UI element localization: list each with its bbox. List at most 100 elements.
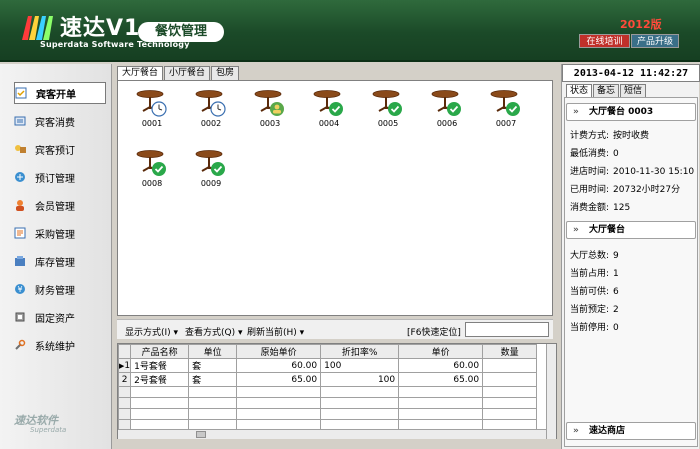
finance-icon: ¥: [15, 284, 25, 294]
cell-orig-price[interactable]: 60.00: [236, 358, 322, 373]
sidebar-item-purchase[interactable]: 采购管理: [14, 222, 106, 244]
sidebar-item-consumption[interactable]: 宾客消费: [14, 110, 106, 132]
tab-memo[interactable]: 备忘: [593, 84, 620, 97]
table-detail-header[interactable]: » 大厅餐台 0003: [566, 103, 696, 121]
table-row[interactable]: ▶1 1号套餐 套 60.00 100 60.00: [117, 358, 538, 373]
sidebar-item-booking-manage[interactable]: 预订管理: [14, 166, 106, 188]
cell-discount[interactable]: 100: [320, 372, 400, 387]
tab-small-hall[interactable]: 小厅餐台: [164, 66, 211, 80]
tab-status[interactable]: 状态: [566, 84, 593, 97]
cell-price[interactable]: 65.00: [398, 372, 484, 387]
dining-table-0002[interactable]: 0002: [191, 87, 231, 131]
sidebar-item-reservation[interactable]: 宾客预订: [14, 138, 106, 160]
refresh-menu[interactable]: 刷新当前(H) ▾: [247, 325, 304, 338]
tab-main-hall[interactable]: 大厅餐台: [117, 66, 164, 80]
datetime-display: 2013-04-12 11:42:27: [562, 64, 700, 82]
table-row[interactable]: 2 2号套餐 套 65.00 100 65.00: [117, 372, 538, 387]
brand-title: 速达V1: [60, 16, 141, 41]
sidebar-item-label: 系统维护: [35, 341, 75, 353]
table-number: 0008: [141, 179, 163, 188]
dining-table-0009[interactable]: 0009: [191, 147, 231, 191]
col-discount[interactable]: 折扣率%: [320, 344, 400, 359]
dining-table-0001[interactable]: 0001: [132, 87, 172, 131]
info-billing-mode: 计费方式: 按时收费: [570, 131, 650, 141]
cell-price[interactable]: 60.00: [398, 358, 484, 373]
info-checkin-time: 进店时间: 2010-11-30 15:10: [570, 167, 695, 177]
info-min-spend: 最低消费: 0: [570, 149, 619, 159]
grid-toolbar: 显示方式(I) ▾ 查看方式(Q) ▾ 刷新当前(H) ▾ [F6快速定位]: [117, 319, 553, 339]
table-number: 0002: [200, 119, 222, 128]
table-icon: [136, 90, 167, 117]
table-icon: [372, 90, 402, 116]
tab-private-room[interactable]: 包房: [211, 66, 240, 80]
company-watermark-sub: Superdata: [30, 426, 67, 434]
version-year: 2012版: [620, 18, 662, 31]
table-row[interactable]: [117, 408, 538, 420]
vertical-scrollbar[interactable]: [546, 344, 556, 439]
table-icon: [431, 90, 461, 116]
quick-locate-input[interactable]: [465, 322, 549, 337]
sidebar-item-open-order[interactable]: 宾客开单: [14, 82, 106, 104]
col-orig-price[interactable]: 原始单价: [236, 344, 322, 359]
module-name: 餐饮管理: [138, 22, 224, 42]
cell-qty[interactable]: [482, 358, 538, 373]
app-window: 速达V1 Superdata Software Technology 餐饮管理 …: [0, 0, 700, 449]
table-number: 0004: [318, 119, 340, 128]
table-row[interactable]: [117, 397, 538, 409]
dining-table-0005[interactable]: 0005: [368, 87, 408, 131]
cell-unit[interactable]: 套: [188, 372, 238, 387]
cell-discount[interactable]: 100: [320, 358, 400, 373]
sidebar-item-assets[interactable]: 固定资产: [14, 306, 106, 328]
col-unit[interactable]: 单位: [188, 344, 238, 359]
tab-sms[interactable]: 短信: [620, 84, 647, 97]
table-number: 0006: [436, 119, 458, 128]
table-number: 0003: [259, 119, 281, 128]
status-panel: 2013-04-12 11:42:27 状态 备忘 短信 » 大厅餐台 0003 …: [561, 64, 700, 449]
col-product-name[interactable]: 产品名称: [130, 344, 190, 359]
clock-icon: [210, 101, 226, 117]
check-icon: [388, 102, 402, 116]
hall-summary-header[interactable]: » 大厅餐台: [566, 221, 696, 239]
cell-orig-price[interactable]: 65.00: [236, 372, 322, 387]
dining-table-0003[interactable]: 0003: [250, 87, 290, 131]
reservation-icon: [15, 145, 26, 153]
sidebar-item-label: 财务管理: [35, 285, 75, 297]
table-icon: [254, 90, 284, 116]
check-icon: [152, 162, 166, 176]
col-qty[interactable]: 数量: [482, 344, 538, 359]
purchase-icon: [14, 227, 26, 239]
sidebar-item-maintenance[interactable]: 系统维护: [14, 334, 106, 356]
cell-qty[interactable]: [482, 372, 538, 387]
cell-product-name[interactable]: 1号套餐: [130, 358, 190, 373]
sidebar-item-inventory[interactable]: 库存管理: [14, 250, 106, 272]
sidebar-item-finance[interactable]: ¥ 财务管理: [14, 278, 106, 300]
info-disabled: 当前停用: 0: [570, 323, 619, 333]
check-icon: [329, 102, 343, 116]
table-icon: [136, 150, 166, 176]
sidebar-item-member[interactable]: 会员管理: [14, 194, 106, 216]
dining-table-0008[interactable]: 0008: [132, 147, 172, 191]
sidebar-item-label: 会员管理: [35, 201, 75, 213]
view-mode-menu[interactable]: 查看方式(Q) ▾: [185, 325, 243, 338]
scroll-thumb[interactable]: [196, 431, 206, 438]
svg-text:¥: ¥: [17, 285, 22, 294]
cell-product-name[interactable]: 2号套餐: [130, 372, 190, 387]
collapse-icon: »: [573, 426, 579, 436]
dining-table-0007[interactable]: 0007: [486, 87, 526, 131]
col-price[interactable]: 单价: [398, 344, 484, 359]
display-mode-menu[interactable]: 显示方式(I) ▾: [125, 325, 178, 338]
dining-table-0006[interactable]: 0006: [427, 87, 467, 131]
table-row[interactable]: [117, 386, 538, 398]
online-training-button[interactable]: 在线培训: [579, 34, 630, 48]
cell-unit[interactable]: 套: [188, 358, 238, 373]
consumption-icon: [14, 116, 26, 126]
inventory-icon: [15, 256, 25, 266]
dining-table-0004[interactable]: 0004: [309, 87, 349, 131]
clock-icon: [151, 101, 167, 117]
product-upgrade-button[interactable]: 产品升级: [631, 34, 679, 48]
open-order-icon: [15, 87, 27, 99]
horizontal-scrollbar[interactable]: [118, 429, 546, 439]
collapse-icon: »: [573, 225, 579, 235]
shop-header[interactable]: » 速达商店: [566, 422, 696, 440]
info-elapsed-time: 已用时间: 20732小时27分: [570, 185, 681, 195]
